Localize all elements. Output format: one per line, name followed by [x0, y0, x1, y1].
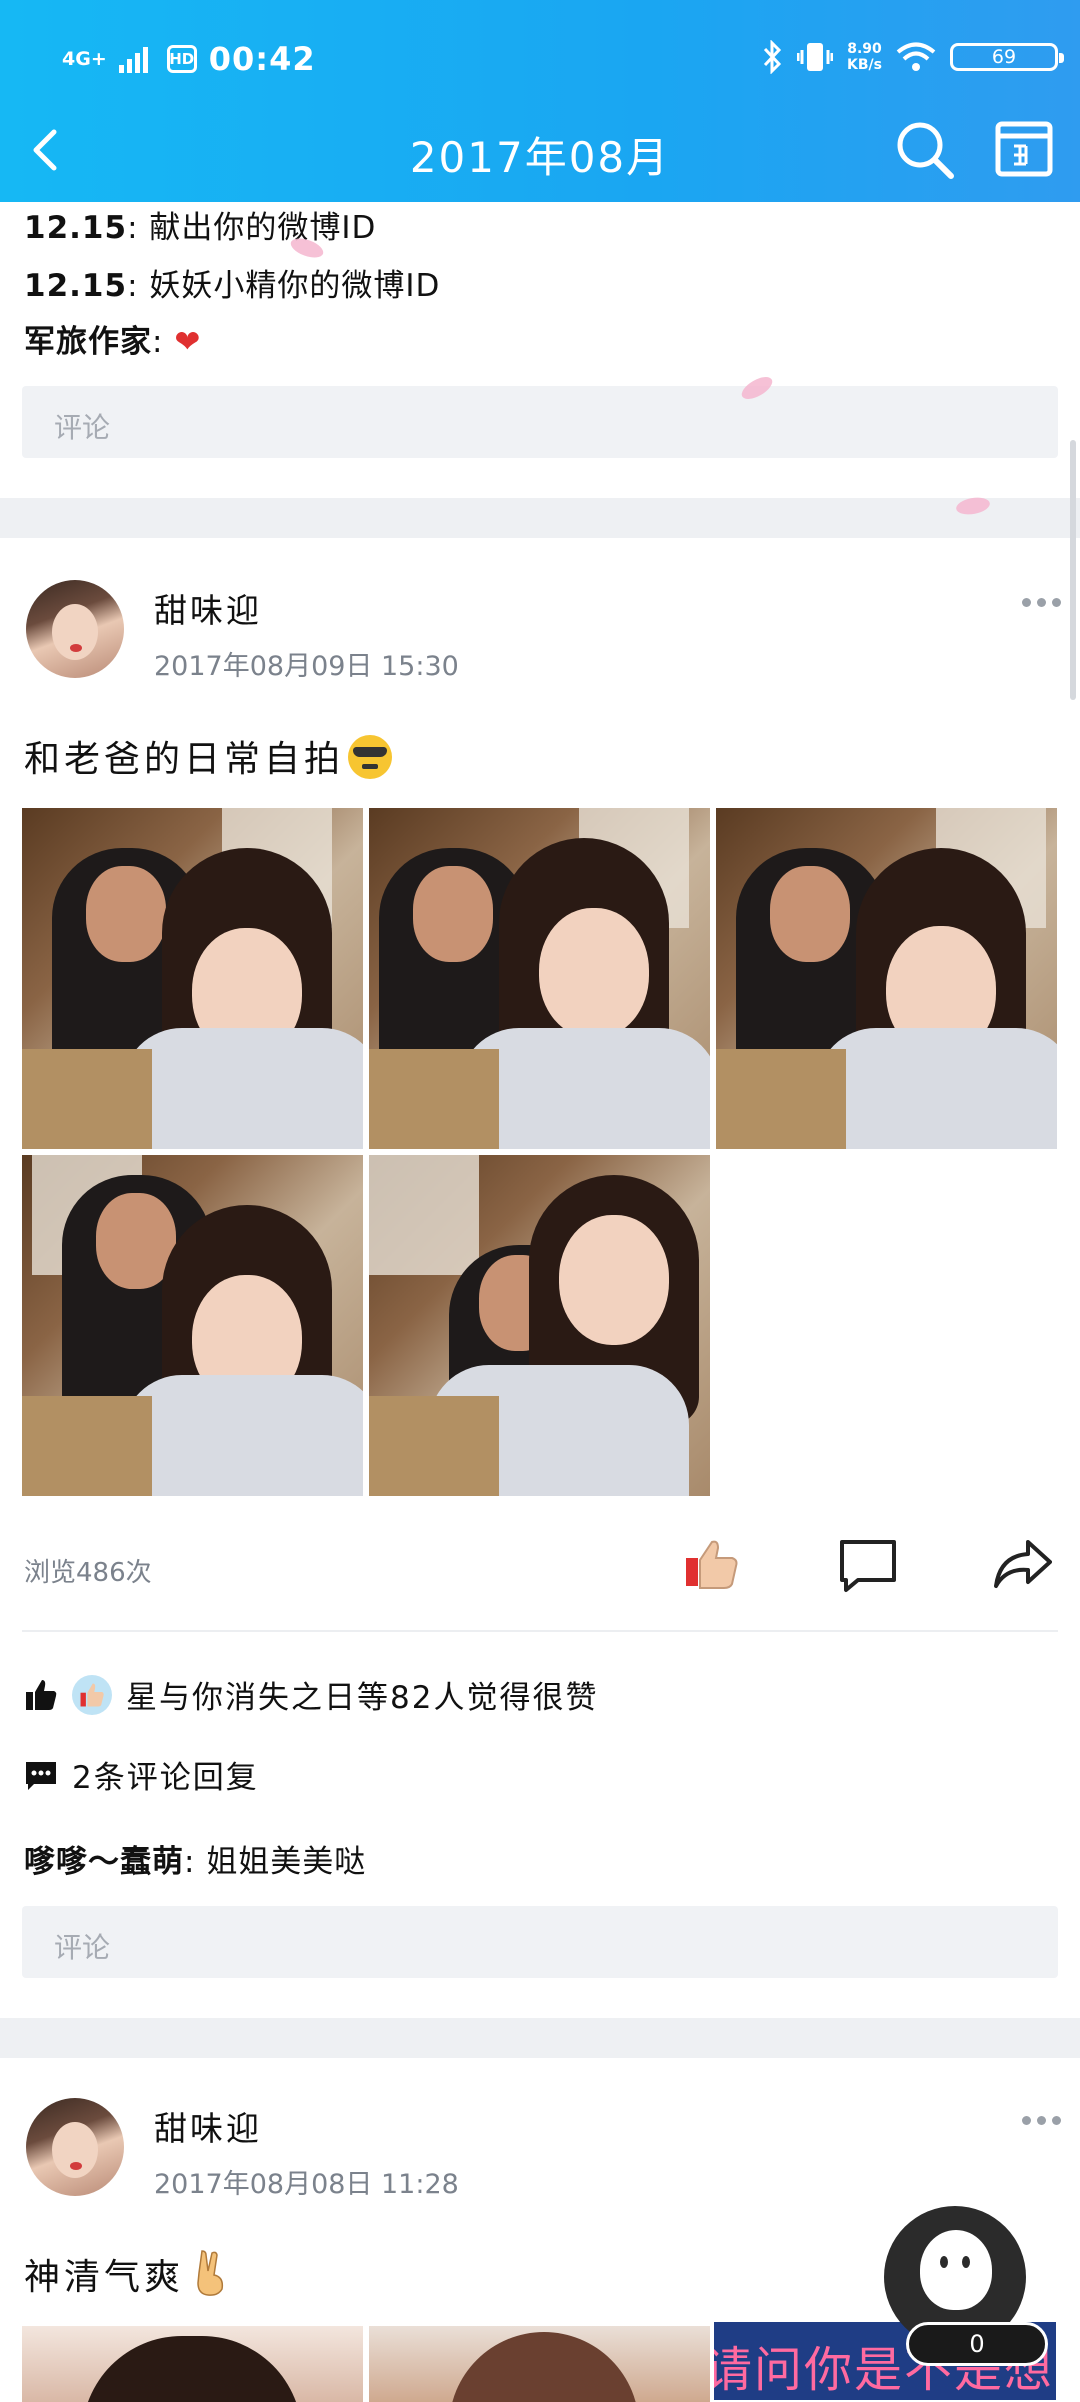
network-indicator: 4G+	[62, 48, 107, 70]
message-icon	[26, 1761, 56, 1790]
victory-hand-emoji-icon	[197, 2250, 224, 2296]
comment-line: 嗲嗲～蠢萌: 姐姐美美哒	[24, 1844, 367, 1880]
share-icon[interactable]	[992, 1534, 1052, 1594]
avatar[interactable]	[26, 580, 124, 678]
thumbs-up-icon	[26, 1679, 57, 1710]
post-photo[interactable]	[22, 2326, 363, 2402]
post-photo[interactable]	[369, 808, 710, 1149]
more-options-icon[interactable]	[1022, 598, 1062, 608]
nav-bar: 2017年08月	[0, 104, 1080, 196]
post-author[interactable]: 甜味迎	[154, 584, 262, 632]
comment-input[interactable]: 评论	[22, 386, 1058, 458]
wifi-icon	[896, 42, 936, 71]
avatar[interactable]	[26, 2098, 124, 2196]
post-time: 2017年08月09日 15:30	[154, 651, 459, 682]
view-count: 浏览486次	[24, 1558, 152, 1588]
floating-count-badge: 0	[906, 2322, 1048, 2366]
sunglasses-emoji-icon	[348, 735, 393, 779]
post-photo[interactable]	[369, 1155, 710, 1496]
liker-avatar[interactable]	[72, 1674, 112, 1715]
replies-summary[interactable]: 2条评论回复	[24, 1752, 259, 1797]
post-text: 和老爸的日常自拍	[24, 730, 393, 782]
heart-icon: ❤	[174, 324, 202, 360]
comment-line: 12.15: 献出你的微博ID	[24, 210, 377, 246]
post-separator	[0, 498, 1080, 538]
search-icon[interactable]	[893, 118, 957, 182]
app-header: 4G+ HD 00:42 8.90 KB/s 69 2017年08月	[0, 0, 1080, 202]
more-options-icon[interactable]	[1022, 2116, 1062, 2126]
likes-summary[interactable]: 星与你消失之日等82人觉得很赞	[24, 1672, 598, 1717]
bluetooth-icon	[763, 40, 782, 74]
post-photo[interactable]	[22, 1155, 363, 1496]
post-photo[interactable]	[369, 2326, 710, 2402]
hd-icon: HD	[166, 45, 197, 73]
replies-text: 2条评论回复	[72, 1760, 259, 1796]
ghost-mascot-icon	[920, 2230, 992, 2310]
battery-indicator: 69	[950, 43, 1064, 71]
post-photo[interactable]	[22, 808, 363, 1149]
signal-icon	[118, 47, 148, 73]
likes-text: 星与你消失之日等82人觉得很赞	[126, 1680, 599, 1716]
vibrate-icon	[797, 43, 834, 71]
network-speed: 8.90 KB/s	[847, 41, 882, 73]
status-left: 4G+ HD 00:42	[62, 40, 316, 78]
like-icon[interactable]	[682, 1534, 742, 1594]
comment-input[interactable]: 评论	[22, 1906, 1058, 1978]
scrollbar[interactable]	[1070, 440, 1076, 700]
divider	[22, 1630, 1058, 1632]
post-time: 2017年08月08日 11:28	[154, 2169, 459, 2200]
post-separator	[0, 2018, 1080, 2058]
comment-icon[interactable]	[838, 1534, 898, 1594]
comment-line: 军旅作家: ❤	[24, 324, 202, 360]
status-right: 8.90 KB/s 69	[761, 40, 1064, 74]
post-text: 神清气爽	[24, 2248, 230, 2300]
status-bar: 4G+ HD 00:42 8.90 KB/s 69	[0, 30, 1080, 90]
post-author[interactable]: 甜味迎	[154, 2102, 262, 2150]
calendar-icon[interactable]	[992, 114, 1056, 178]
clock: 00:42	[208, 40, 316, 78]
post-photo[interactable]	[716, 808, 1057, 1149]
comment-line: 12.15: 妖妖小精你的微博ID	[24, 268, 441, 304]
